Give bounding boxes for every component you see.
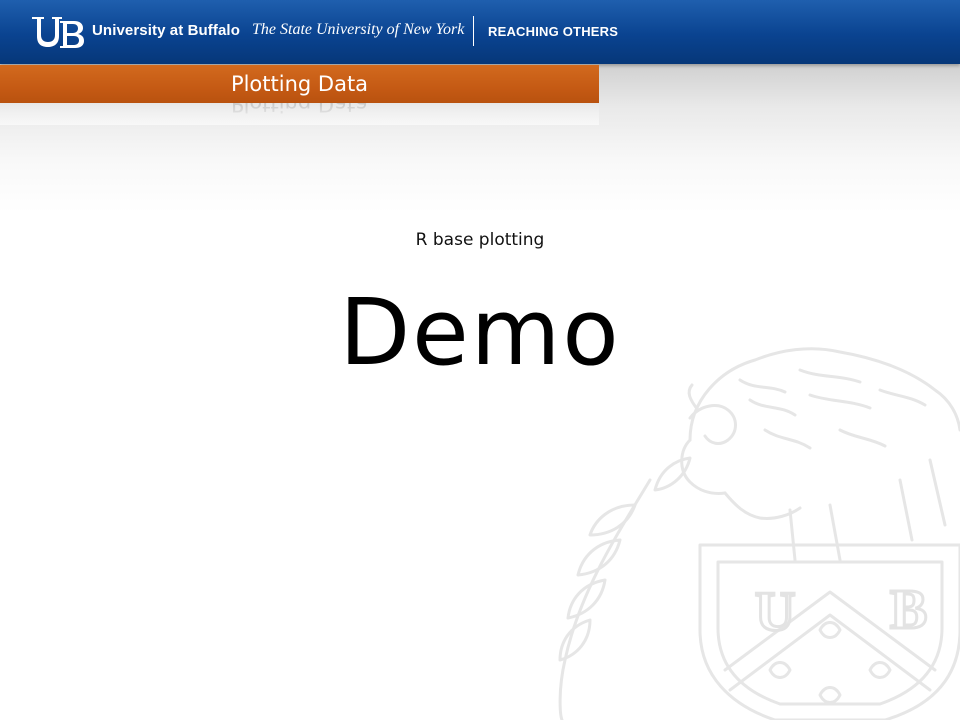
slide-title: Plotting Data	[230, 72, 369, 96]
slide-subtitle: R base plotting	[415, 230, 545, 250]
seal-letter-b: B	[890, 579, 927, 641]
title-bar: Plotting Data	[0, 65, 599, 103]
slide: University at Buffalo The State Universi…	[0, 0, 960, 720]
header-divider	[473, 16, 474, 46]
header-bar: University at Buffalo The State Universi…	[0, 0, 960, 64]
tagline: REACHING OTHERS	[488, 24, 619, 39]
system-name: The State University of New York	[252, 21, 465, 38]
buffalo-seal-icon: U B	[558, 347, 960, 720]
university-name: University at Buffalo	[92, 22, 240, 39]
seal-letter-u: U	[755, 581, 795, 643]
ub-logo-icon	[32, 17, 84, 48]
